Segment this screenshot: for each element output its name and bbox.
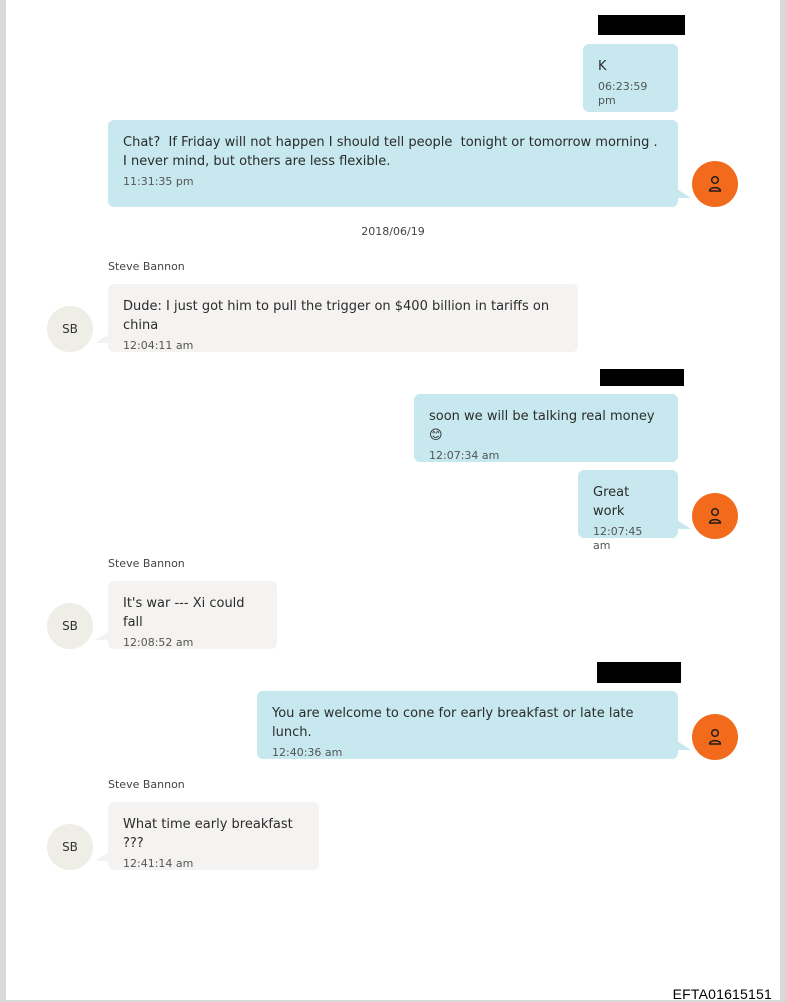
contact-avatar: SB [47, 306, 93, 352]
date-separator: 2018/06/19 [361, 225, 425, 238]
message-text: Chat? If Friday will not happen I should… [123, 135, 666, 169]
message-text: What time early breakfast ??? [123, 817, 297, 851]
message-time: 12:07:45 am [593, 525, 643, 552]
bubble-tail [677, 520, 691, 529]
contact-avatar: SB [47, 824, 93, 870]
sender-name: Steve Bannon [108, 778, 185, 791]
redaction-bar [598, 15, 685, 35]
message-time: 12:08:52 am [123, 636, 194, 649]
person-icon [708, 176, 722, 192]
message-bubble-incoming: It's war --- Xi could fall 12:08:52 am [108, 581, 277, 649]
redaction-bar [600, 369, 684, 386]
bubble-tail [95, 334, 109, 343]
own-avatar [692, 161, 738, 207]
bubble-tail [677, 741, 691, 750]
message-time: 06:23:59 pm [598, 80, 648, 107]
message-bubble-incoming: Dude: I just got him to pull the trigger… [108, 284, 578, 352]
message-time: 12:04:11 am [123, 339, 194, 352]
message-bubble-incoming: What time early breakfast ??? 12:41:14 a… [108, 802, 319, 870]
message-text: You are welcome to cone for early breakf… [272, 706, 638, 740]
message-text: Great work [593, 485, 634, 519]
bubble-tail [95, 631, 109, 640]
person-icon [708, 508, 722, 524]
message-time: 12:40:36 am [272, 746, 343, 759]
message-bubble-outgoing: soon we will be talking real money 😊 12:… [414, 394, 678, 462]
sender-name: Steve Bannon [108, 260, 185, 273]
message-bubble-outgoing: You are welcome to cone for early breakf… [257, 691, 678, 759]
message-time: 12:07:34 am [429, 449, 500, 462]
message-bubble-outgoing: K 06:23:59 pm [583, 44, 678, 112]
message-text: Dude: I just got him to pull the trigger… [123, 299, 554, 333]
message-time: 11:31:35 pm [123, 175, 194, 188]
redaction-bar [597, 662, 681, 683]
own-avatar [692, 493, 738, 539]
message-text: It's war --- Xi could fall [123, 596, 249, 630]
sender-name: Steve Bannon [108, 557, 185, 570]
own-avatar [692, 714, 738, 760]
message-text: soon we will be talking real money 😊 [429, 409, 659, 443]
message-bubble-outgoing: Great work 12:07:45 am [578, 470, 678, 552]
contact-avatar: SB [47, 603, 93, 649]
bubble-tail [95, 852, 109, 861]
message-bubble-outgoing: Chat? If Friday will not happen I should… [108, 120, 678, 207]
message-text: K [598, 59, 607, 74]
bubble-tail [677, 189, 691, 198]
message-time: 12:41:14 am [123, 857, 194, 870]
person-icon [708, 729, 722, 745]
